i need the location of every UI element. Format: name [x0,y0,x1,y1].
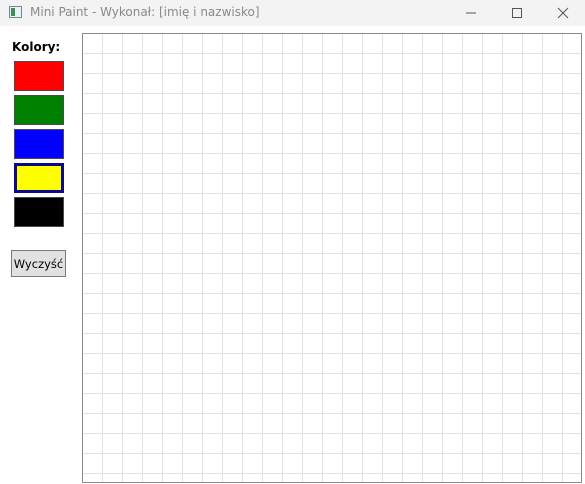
title-bar[interactable]: Mini Paint - Wykonał: [imię i nazwisko] [0,0,585,26]
drawing-canvas[interactable] [82,33,582,483]
color-swatch-green[interactable] [14,95,64,125]
window-title: Mini Paint - Wykonał: [imię i nazwisko] [30,5,260,19]
minimize-button[interactable] [448,0,494,26]
close-button[interactable] [540,0,585,26]
color-swatch-black[interactable] [14,197,64,227]
maximize-button[interactable] [494,0,540,26]
maximize-icon [512,8,522,18]
close-icon [557,7,569,19]
color-swatch-red[interactable] [14,61,64,91]
color-swatch-yellow[interactable] [14,163,64,193]
app-icon [9,6,22,18]
color-swatch-blue[interactable] [14,129,64,159]
sidebar: Kolory: Wyczyść [0,26,80,484]
colors-label: Kolory: [12,40,61,54]
clear-button[interactable]: Wyczyść [11,250,66,277]
minimize-icon [466,12,476,14]
